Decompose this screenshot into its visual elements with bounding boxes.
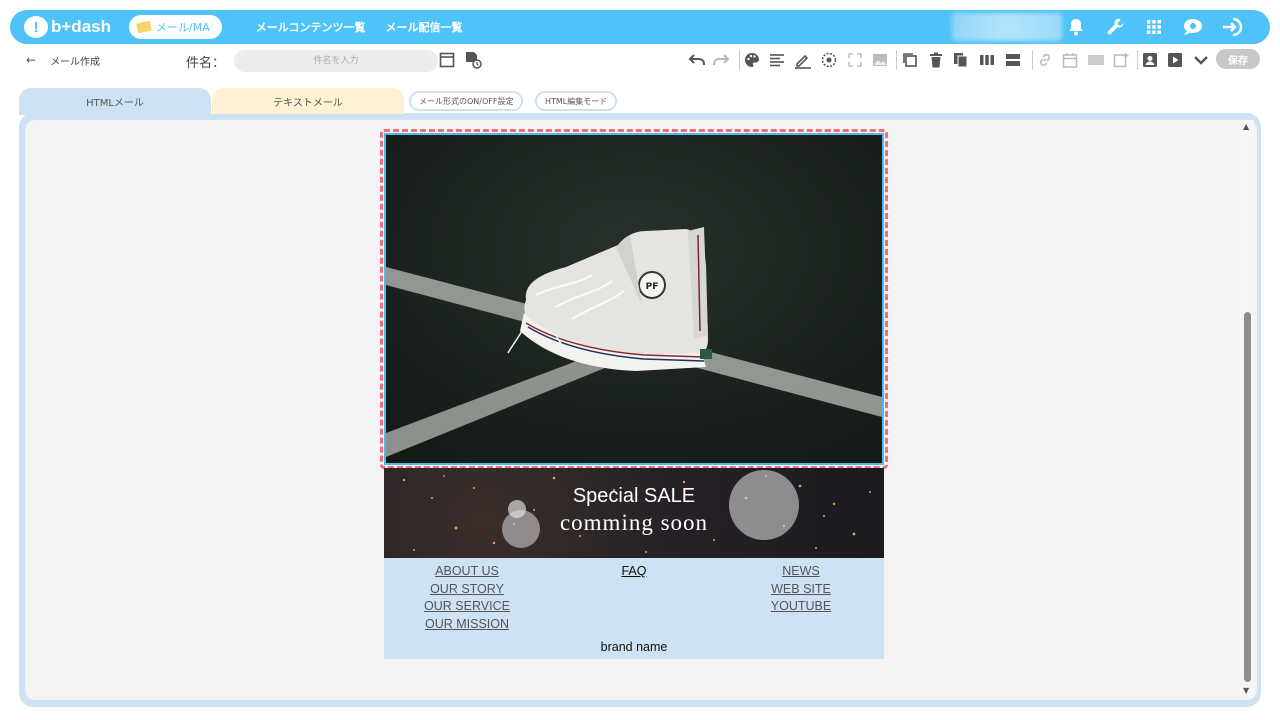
- footer-link-news[interactable]: NEWS: [746, 563, 856, 581]
- logo-text: b+dash: [51, 17, 111, 36]
- brand-name: brand name: [600, 640, 668, 654]
- tab-html-mail[interactable]: HTMLメール: [19, 88, 211, 115]
- duplicate-icon[interactable]: [952, 51, 970, 69]
- schedule-file-icon[interactable]: [464, 51, 482, 69]
- user-account-info[interactable]: [952, 13, 1062, 41]
- preview-window-icon[interactable]: [438, 51, 456, 69]
- nav-mail-content-list[interactable]: メールコンテンツ一覧: [256, 19, 366, 35]
- mode-label: メール/MA: [156, 21, 210, 34]
- sale-banner[interactable]: Special SALE comming soon: [384, 468, 884, 558]
- toolbar-divider: [1137, 50, 1138, 70]
- page-title: メール作成: [50, 56, 101, 68]
- toolbar-divider: [1032, 50, 1033, 70]
- footer-column-center: FAQ: [584, 563, 684, 581]
- calendar-icon[interactable]: [1061, 51, 1079, 69]
- banner-subheading: comming soon: [559, 510, 709, 535]
- envelope-icon: [136, 20, 152, 34]
- top-nav-bar: ! b+dash メール/MA メールコンテンツ一覧 メール配信一覧: [10, 10, 1270, 44]
- html-edit-mode-button[interactable]: HTML編集モード: [535, 91, 618, 111]
- logout-icon[interactable]: [1220, 15, 1244, 39]
- nav-mail-delivery-list[interactable]: メール配信一覧: [386, 19, 463, 35]
- subject-label: 件名：: [186, 56, 226, 71]
- toolbar-divider: [896, 50, 897, 70]
- back-arrow-icon[interactable]: ←: [26, 53, 36, 67]
- columns-icon[interactable]: [978, 51, 996, 69]
- sneaker-photo: PF: [386, 135, 882, 463]
- undo-icon[interactable]: [688, 51, 706, 69]
- hero-image-block[interactable]: PF: [384, 133, 884, 465]
- contact-card-icon[interactable]: [1141, 51, 1159, 69]
- fullscreen-icon[interactable]: [846, 51, 864, 69]
- footer-link-our-story[interactable]: OUR STORY: [406, 581, 528, 599]
- align-text-icon[interactable]: [768, 51, 786, 69]
- subject-input[interactable]: [234, 50, 438, 72]
- save-button[interactable]: 保存: [1216, 49, 1260, 69]
- footer-link-our-mission[interactable]: OUR MISSION: [406, 616, 528, 634]
- footer-link-youtube[interactable]: YOUTUBE: [746, 598, 856, 616]
- tab-text-mail[interactable]: テキストメール: [212, 88, 404, 114]
- app-logo[interactable]: ! b+dash: [24, 16, 111, 38]
- footer-link-faq[interactable]: FAQ: [584, 563, 684, 581]
- bell-icon[interactable]: [1064, 15, 1088, 39]
- redo-icon[interactable]: [712, 51, 730, 69]
- footer-link-web-site[interactable]: WEB SITE: [746, 581, 856, 599]
- add-note-icon[interactable]: [1112, 51, 1130, 69]
- email-footer[interactable]: ABOUT US OUR STORY OUR SERVICE OUR MISSI…: [384, 558, 884, 659]
- scroll-down-arrow-icon[interactable]: ▼: [1243, 686, 1249, 695]
- palette-icon[interactable]: [743, 51, 761, 69]
- chevron-down-icon[interactable]: [1192, 51, 1210, 69]
- footer-link-about-us[interactable]: ABOUT US: [406, 563, 528, 581]
- pen-edit-icon[interactable]: [794, 51, 812, 69]
- mail-format-toggle-button[interactable]: メール形式のON/OFF設定: [409, 91, 524, 111]
- target-circle-icon[interactable]: [820, 51, 838, 69]
- svg-text:PF: PF: [646, 282, 659, 292]
- rows-icon[interactable]: [1004, 51, 1022, 69]
- banner-heading: Special SALE: [572, 485, 696, 507]
- link-icon[interactable]: [1036, 51, 1054, 69]
- apps-grid-icon[interactable]: [1142, 15, 1166, 39]
- image-icon[interactable]: [871, 51, 889, 69]
- editor-toolbar: ← メール作成 件名： 件名を入力 保存: [10, 46, 1270, 74]
- trash-icon[interactable]: [927, 51, 945, 69]
- logo-bubble-icon: !: [24, 16, 48, 38]
- mode-switch-mail-ma[interactable]: メール/MA: [129, 15, 222, 39]
- copy-block-icon[interactable]: [901, 51, 919, 69]
- wrench-icon[interactable]: [1103, 15, 1127, 39]
- footer-column-left: ABOUT US OUR STORY OUR SERVICE OUR MISSI…: [406, 563, 528, 633]
- footer-link-our-service[interactable]: OUR SERVICE: [406, 598, 528, 616]
- scrollbar-thumb[interactable]: [1244, 312, 1251, 682]
- gif-icon[interactable]: [1087, 51, 1105, 69]
- scroll-up-arrow-icon[interactable]: ▲: [1243, 122, 1249, 131]
- toolbar-divider: [739, 50, 740, 70]
- chat-support-icon[interactable]: [1181, 15, 1205, 39]
- footer-column-right: NEWS WEB SITE YOUTUBE: [746, 563, 856, 616]
- video-play-icon[interactable]: [1166, 51, 1184, 69]
